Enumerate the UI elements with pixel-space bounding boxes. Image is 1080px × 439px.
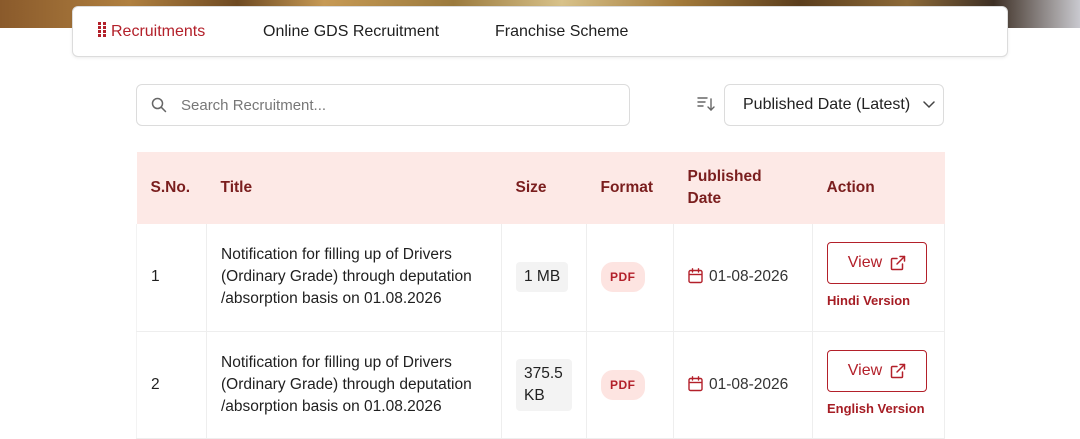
calendar-icon [688,375,703,391]
external-link-icon [890,363,906,378]
cell-format: PDF [586,331,674,439]
cell-title: Notification for filling up of Drivers (… [206,331,502,439]
sort-icon[interactable] [697,96,715,112]
table-row: 2 Notification for filling up of Drivers… [136,331,945,439]
size-pill: 1 MB [516,262,569,293]
sort-dropdown[interactable]: Published Date (Latest) [724,84,944,126]
cell-size: 1 MB [501,224,587,332]
version-label: English Version [827,400,925,416]
cell-size: 375.5 KB [501,331,587,439]
header-size[interactable]: Size [501,152,587,224]
view-button-label: View [847,361,883,379]
header-sno[interactable]: S.No. [136,152,207,224]
calendar-icon [688,268,703,284]
cell-date: 01-08-2026 [673,331,813,439]
published-date: 01-08-2026 [709,268,789,286]
cell-format: PDF [586,224,674,332]
table-header-row: S.No. Title Size Format Published Date A… [136,152,945,224]
date-wrap: 01-08-2026 [688,268,788,285]
cell-action: View English Version [812,331,945,439]
pdf-badge: PDF [601,369,645,400]
view-button[interactable]: View [827,242,927,285]
header-title[interactable]: Title [206,152,502,224]
date-wrap: 01-08-2026 [688,376,788,393]
size-pill: 375.5 KB [516,358,572,411]
cell-sno: 1 [136,224,207,332]
sort-selected-label: Published Date (Latest) [743,96,911,113]
search-input[interactable] [181,93,611,117]
cell-date: 01-08-2026 [673,224,813,332]
cell-action: View Hindi Version [812,224,945,332]
header-action: Action [812,152,945,224]
table-row: 1 Notification for filling up of Drivers… [136,224,945,332]
tab-bar: Recruitments Online GDS Recruitment Fran… [72,6,1008,57]
search-icon [151,97,167,113]
search-box [136,84,630,126]
chevron-down-icon [923,101,935,109]
tab-recruitments[interactable]: Recruitments [98,21,205,43]
version-label: Hindi Version [827,293,911,309]
view-button[interactable]: View [827,349,927,392]
header-format[interactable]: Format [586,152,674,224]
tab-franchise-scheme[interactable]: Franchise Scheme [495,21,628,43]
grid-dots-icon [98,22,106,37]
recruitment-table: S.No. Title Size Format Published Date A… [136,152,945,439]
pdf-badge: PDF [601,262,645,293]
view-button-label: View [847,254,883,272]
published-date: 01-08-2026 [709,375,789,393]
header-published-date[interactable]: Published Date [673,152,813,224]
cell-title: Notification for filling up of Drivers (… [206,224,502,332]
cell-sno: 2 [136,331,207,439]
tab-label: Recruitments [111,23,206,40]
tab-online-gds-recruitment[interactable]: Online GDS Recruitment [263,21,439,43]
tab-label: Franchise Scheme [495,23,629,40]
external-link-icon [890,256,906,271]
tab-label: Online GDS Recruitment [263,23,440,40]
